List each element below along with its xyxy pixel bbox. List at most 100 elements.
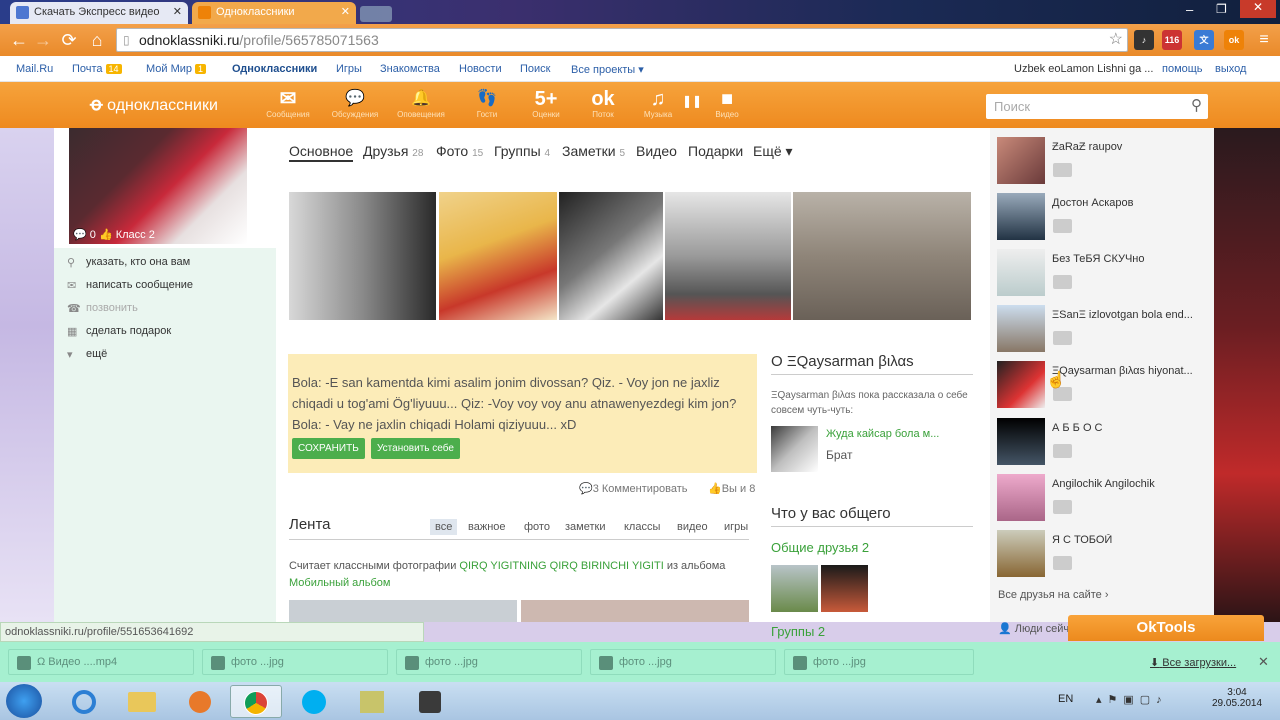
tab-notes[interactable]: Заметки 5 <box>562 143 625 159</box>
tab-gifts[interactable]: Подарки <box>688 143 743 159</box>
feed-entry-album[interactable]: Мобильный альбом <box>289 577 390 589</box>
tab-odnoklassniki[interactable]: Одноклассники ✕ <box>192 2 356 24</box>
link-dating[interactable]: Знакомства <box>380 63 440 75</box>
maximize-button[interactable]: ❐ <box>1216 2 1227 16</box>
message-icon[interactable] <box>1053 275 1072 289</box>
language-indicator[interactable]: EN <box>1058 693 1073 705</box>
common-groups-link[interactable]: Группы 2 <box>771 624 825 639</box>
call-link[interactable]: ☎ позвонить <box>67 302 138 315</box>
all-friends-link[interactable]: Все друзья на сайте › <box>998 589 1109 601</box>
message-icon[interactable] <box>1053 331 1072 345</box>
feed-entry-user[interactable]: QIRQ YIGITNING QIRQ BIRINCHI YIGITI <box>459 560 663 572</box>
download-item[interactable]: фото ...jpg <box>590 649 776 675</box>
link-moimir[interactable]: Мой Мир 1 <box>146 63 207 75</box>
photo-thumbnail[interactable] <box>289 192 436 320</box>
pause-icon[interactable]: ❚❚ <box>682 94 702 108</box>
guests-button[interactable]: 👣 Гости <box>462 88 512 119</box>
discussions-button[interactable]: 💬 Обсуждения <box>330 88 380 119</box>
friend-name[interactable]: А Б Б О С <box>1052 422 1202 434</box>
new-tab-button[interactable] <box>360 6 392 22</box>
reload-icon[interactable]: ⟳ <box>58 29 80 51</box>
user-name-link[interactable]: Uzbek eoLamon Lishni ga ... <box>1014 63 1153 75</box>
friend-avatar[interactable] <box>997 474 1045 521</box>
feed-tab-video[interactable]: видео <box>677 521 708 533</box>
download-item[interactable]: фото ...jpg <box>202 649 388 675</box>
more-link[interactable]: ▾ ещё <box>67 348 107 361</box>
chrome-icon[interactable] <box>230 685 282 718</box>
people-online-link[interactable]: 👤 Люди сейч <box>998 622 1069 635</box>
specify-relation-link[interactable]: ⚲ указать, кто она вам <box>67 256 190 269</box>
tab-groups[interactable]: Группы 4 <box>494 143 550 159</box>
message-icon[interactable] <box>1053 219 1072 233</box>
skype-icon[interactable] <box>288 685 340 718</box>
link-odnoklassniki[interactable]: Одноклассники <box>232 63 317 75</box>
friend-name[interactable]: Angilochik Angilochik <box>1052 478 1202 490</box>
friend-avatar[interactable] <box>997 418 1045 465</box>
tab-main[interactable]: Основное <box>289 143 354 162</box>
url-input[interactable]: ▯ odnoklassniki.ru/profile/565785071563 … <box>116 28 1128 52</box>
feed-tab-all[interactable]: все <box>430 519 458 535</box>
friend-name[interactable]: ΞSanΞ izlovotgan bola end... <box>1052 309 1202 321</box>
notes-icon[interactable] <box>346 685 398 718</box>
close-icon[interactable]: ✕ <box>1258 654 1269 670</box>
relative-avatar[interactable] <box>771 426 818 472</box>
oktools-button[interactable]: OkTools <box>1068 615 1264 641</box>
bookmark-star-icon[interactable]: ☆ <box>1109 29 1123 51</box>
ok-logo[interactable]: ꝋ одноклассники <box>90 94 218 115</box>
likes-link[interactable]: 👍Вы и 8 <box>708 482 755 495</box>
messages-button[interactable]: ✉ Сообщения <box>263 88 313 119</box>
adblock-icon[interactable]: 116 <box>1162 30 1182 50</box>
menu-icon[interactable]: ≡ <box>1254 30 1274 50</box>
friend-avatar[interactable] <box>997 305 1045 352</box>
common-friends-link[interactable]: Общие друзья 2 <box>771 540 869 555</box>
feed-tab-important[interactable]: важное <box>468 521 506 533</box>
friend-avatar[interactable] <box>997 530 1045 577</box>
ok-extension-icon[interactable]: ok <box>1224 30 1244 50</box>
feed-tab-notes[interactable]: заметки <box>565 521 605 533</box>
close-icon[interactable]: ✕ <box>173 5 182 18</box>
download-item[interactable]: фото ...jpg <box>396 649 582 675</box>
message-icon[interactable] <box>1053 163 1072 177</box>
feed-tab-photos[interactable]: фото <box>524 521 550 533</box>
write-message-link[interactable]: ✉ написать сообщение <box>67 279 193 292</box>
ratings-button[interactable]: 5+ Оценки <box>521 88 571 119</box>
link-search[interactable]: Поиск <box>520 63 550 75</box>
extension-icon[interactable]: ♪ <box>1134 30 1154 50</box>
folder-icon[interactable] <box>116 685 168 718</box>
tab-video[interactable]: Видео <box>636 143 677 159</box>
notifications-button[interactable]: 🔔 Оповещения <box>396 88 446 119</box>
link-all-projects[interactable]: Все проекты ▾ <box>571 63 644 76</box>
friend-name[interactable]: Без ТеБЯ СКУЧно <box>1052 253 1202 265</box>
link-news[interactable]: Новости <box>459 63 502 75</box>
feed-tab-classes[interactable]: классы <box>624 521 660 533</box>
home-icon[interactable]: ⌂ <box>86 29 108 51</box>
feed-button[interactable]: ok Поток <box>578 88 628 119</box>
message-icon[interactable] <box>1053 444 1072 458</box>
link-mail[interactable]: Почта 14 <box>72 63 122 75</box>
start-button[interactable] <box>6 684 42 718</box>
tab-express-video[interactable]: Скачать Экспресс видео ✕ <box>10 2 188 24</box>
search-icon[interactable]: ⚲ <box>1191 96 1202 114</box>
link-mailru[interactable]: Mail.Ru <box>16 63 53 75</box>
common-friend-avatar[interactable] <box>821 565 868 612</box>
friend-avatar[interactable] <box>997 193 1045 240</box>
back-button[interactable]: ← <box>8 29 30 51</box>
friend-name[interactable]: ΞQaysarman βιλαѕ hiyonat... <box>1052 365 1202 377</box>
photo-thumbnail[interactable] <box>439 192 557 320</box>
minimize-button[interactable]: – <box>1186 2 1193 17</box>
feed-tab-games[interactable]: игры <box>724 521 748 533</box>
window-close-button[interactable]: ✕ <box>1240 0 1276 18</box>
tab-friends[interactable]: Друзья 28 <box>363 143 423 159</box>
friend-avatar[interactable] <box>997 361 1045 408</box>
ie-icon[interactable] <box>58 685 110 718</box>
tray-icons[interactable]: ▴⚑▣▢♪ <box>1096 693 1168 706</box>
help-link[interactable]: помощь <box>1162 63 1203 75</box>
translate-icon[interactable]: 文 <box>1194 30 1214 50</box>
forward-button[interactable]: → <box>32 29 54 51</box>
friend-name[interactable]: Я С ТОБОЙ <box>1052 534 1202 546</box>
tab-more[interactable]: Ещё ▾ <box>753 143 793 160</box>
set-status-button[interactable]: Установить себе <box>371 438 460 459</box>
relative-name-link[interactable]: Жуда кайсар бола м... <box>826 428 939 440</box>
feed-photo[interactable] <box>289 600 517 622</box>
profile-avatar[interactable]: 💬 0 👍 Класс 2 <box>69 128 247 244</box>
